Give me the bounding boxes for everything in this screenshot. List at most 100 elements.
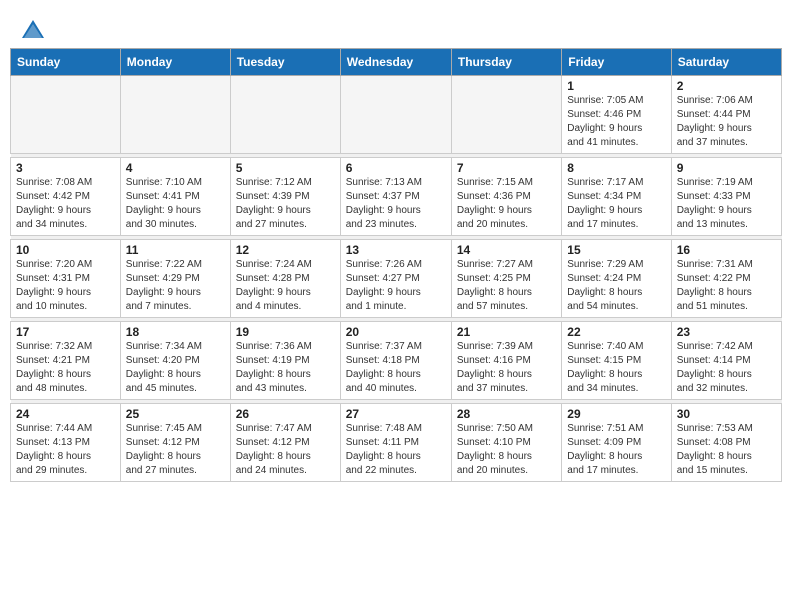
day-number: 18	[126, 325, 225, 339]
day-number: 25	[126, 407, 225, 421]
calendar-cell: 1Sunrise: 7:05 AM Sunset: 4:46 PM Daylig…	[562, 76, 671, 154]
day-number: 28	[457, 407, 556, 421]
day-number: 15	[567, 243, 665, 257]
weekday-header-friday: Friday	[562, 49, 671, 76]
day-number: 27	[346, 407, 446, 421]
day-number: 6	[346, 161, 446, 175]
day-info: Sunrise: 7:34 AM Sunset: 4:20 PM Dayligh…	[126, 340, 225, 396]
calendar-cell: 24Sunrise: 7:44 AM Sunset: 4:13 PM Dayli…	[11, 404, 121, 482]
day-number: 30	[677, 407, 776, 421]
calendar-cell: 27Sunrise: 7:48 AM Sunset: 4:11 PM Dayli…	[340, 404, 451, 482]
day-number: 14	[457, 243, 556, 257]
calendar-cell: 10Sunrise: 7:20 AM Sunset: 4:31 PM Dayli…	[11, 240, 121, 318]
calendar-cell: 6Sunrise: 7:13 AM Sunset: 4:37 PM Daylig…	[340, 158, 451, 236]
calendar-cell: 14Sunrise: 7:27 AM Sunset: 4:25 PM Dayli…	[451, 240, 561, 318]
day-info: Sunrise: 7:44 AM Sunset: 4:13 PM Dayligh…	[16, 422, 115, 478]
calendar-cell: 28Sunrise: 7:50 AM Sunset: 4:10 PM Dayli…	[451, 404, 561, 482]
calendar-week-1: 3Sunrise: 7:08 AM Sunset: 4:42 PM Daylig…	[11, 158, 782, 236]
calendar-cell: 8Sunrise: 7:17 AM Sunset: 4:34 PM Daylig…	[562, 158, 671, 236]
day-info: Sunrise: 7:48 AM Sunset: 4:11 PM Dayligh…	[346, 422, 446, 478]
day-info: Sunrise: 7:05 AM Sunset: 4:46 PM Dayligh…	[567, 94, 665, 150]
calendar-cell: 13Sunrise: 7:26 AM Sunset: 4:27 PM Dayli…	[340, 240, 451, 318]
day-number: 16	[677, 243, 776, 257]
calendar-cell: 3Sunrise: 7:08 AM Sunset: 4:42 PM Daylig…	[11, 158, 121, 236]
weekday-header-monday: Monday	[120, 49, 230, 76]
day-info: Sunrise: 7:06 AM Sunset: 4:44 PM Dayligh…	[677, 94, 776, 150]
calendar-week-3: 17Sunrise: 7:32 AM Sunset: 4:21 PM Dayli…	[11, 322, 782, 400]
day-info: Sunrise: 7:26 AM Sunset: 4:27 PM Dayligh…	[346, 258, 446, 314]
day-number: 1	[567, 79, 665, 93]
weekday-header-sunday: Sunday	[11, 49, 121, 76]
calendar-cell: 20Sunrise: 7:37 AM Sunset: 4:18 PM Dayli…	[340, 322, 451, 400]
calendar-header-row: SundayMondayTuesdayWednesdayThursdayFrid…	[11, 49, 782, 76]
day-number: 13	[346, 243, 446, 257]
day-number: 17	[16, 325, 115, 339]
day-number: 10	[16, 243, 115, 257]
day-number: 20	[346, 325, 446, 339]
calendar-cell	[451, 76, 561, 154]
calendar-cell: 17Sunrise: 7:32 AM Sunset: 4:21 PM Dayli…	[11, 322, 121, 400]
day-number: 8	[567, 161, 665, 175]
day-number: 5	[236, 161, 335, 175]
calendar-cell: 7Sunrise: 7:15 AM Sunset: 4:36 PM Daylig…	[451, 158, 561, 236]
day-number: 4	[126, 161, 225, 175]
day-info: Sunrise: 7:39 AM Sunset: 4:16 PM Dayligh…	[457, 340, 556, 396]
day-number: 22	[567, 325, 665, 339]
calendar-cell: 26Sunrise: 7:47 AM Sunset: 4:12 PM Dayli…	[230, 404, 340, 482]
day-number: 11	[126, 243, 225, 257]
day-info: Sunrise: 7:47 AM Sunset: 4:12 PM Dayligh…	[236, 422, 335, 478]
day-info: Sunrise: 7:53 AM Sunset: 4:08 PM Dayligh…	[677, 422, 776, 478]
weekday-header-wednesday: Wednesday	[340, 49, 451, 76]
day-info: Sunrise: 7:40 AM Sunset: 4:15 PM Dayligh…	[567, 340, 665, 396]
day-number: 3	[16, 161, 115, 175]
calendar-cell: 16Sunrise: 7:31 AM Sunset: 4:22 PM Dayli…	[671, 240, 781, 318]
day-info: Sunrise: 7:19 AM Sunset: 4:33 PM Dayligh…	[677, 176, 776, 232]
day-info: Sunrise: 7:45 AM Sunset: 4:12 PM Dayligh…	[126, 422, 225, 478]
day-info: Sunrise: 7:36 AM Sunset: 4:19 PM Dayligh…	[236, 340, 335, 396]
day-info: Sunrise: 7:31 AM Sunset: 4:22 PM Dayligh…	[677, 258, 776, 314]
calendar-cell: 30Sunrise: 7:53 AM Sunset: 4:08 PM Dayli…	[671, 404, 781, 482]
calendar-week-4: 24Sunrise: 7:44 AM Sunset: 4:13 PM Dayli…	[11, 404, 782, 482]
day-number: 23	[677, 325, 776, 339]
calendar-cell	[230, 76, 340, 154]
day-info: Sunrise: 7:50 AM Sunset: 4:10 PM Dayligh…	[457, 422, 556, 478]
day-info: Sunrise: 7:24 AM Sunset: 4:28 PM Dayligh…	[236, 258, 335, 314]
calendar-cell: 25Sunrise: 7:45 AM Sunset: 4:12 PM Dayli…	[120, 404, 230, 482]
day-number: 29	[567, 407, 665, 421]
day-info: Sunrise: 7:27 AM Sunset: 4:25 PM Dayligh…	[457, 258, 556, 314]
calendar-cell	[340, 76, 451, 154]
calendar-cell: 19Sunrise: 7:36 AM Sunset: 4:19 PM Dayli…	[230, 322, 340, 400]
day-info: Sunrise: 7:37 AM Sunset: 4:18 PM Dayligh…	[346, 340, 446, 396]
day-number: 19	[236, 325, 335, 339]
calendar-table: SundayMondayTuesdayWednesdayThursdayFrid…	[10, 48, 782, 482]
day-number: 9	[677, 161, 776, 175]
day-info: Sunrise: 7:22 AM Sunset: 4:29 PM Dayligh…	[126, 258, 225, 314]
day-info: Sunrise: 7:29 AM Sunset: 4:24 PM Dayligh…	[567, 258, 665, 314]
logo-icon	[22, 18, 44, 40]
day-info: Sunrise: 7:10 AM Sunset: 4:41 PM Dayligh…	[126, 176, 225, 232]
day-number: 21	[457, 325, 556, 339]
calendar-cell: 23Sunrise: 7:42 AM Sunset: 4:14 PM Dayli…	[671, 322, 781, 400]
calendar-cell	[120, 76, 230, 154]
weekday-header-tuesday: Tuesday	[230, 49, 340, 76]
calendar-cell: 4Sunrise: 7:10 AM Sunset: 4:41 PM Daylig…	[120, 158, 230, 236]
day-number: 2	[677, 79, 776, 93]
day-number: 26	[236, 407, 335, 421]
day-number: 12	[236, 243, 335, 257]
calendar-cell: 5Sunrise: 7:12 AM Sunset: 4:39 PM Daylig…	[230, 158, 340, 236]
calendar-cell: 18Sunrise: 7:34 AM Sunset: 4:20 PM Dayli…	[120, 322, 230, 400]
calendar-cell: 2Sunrise: 7:06 AM Sunset: 4:44 PM Daylig…	[671, 76, 781, 154]
day-info: Sunrise: 7:15 AM Sunset: 4:36 PM Dayligh…	[457, 176, 556, 232]
calendar-week-0: 1Sunrise: 7:05 AM Sunset: 4:46 PM Daylig…	[11, 76, 782, 154]
logo	[20, 18, 44, 40]
calendar-cell: 15Sunrise: 7:29 AM Sunset: 4:24 PM Dayli…	[562, 240, 671, 318]
calendar-cell	[11, 76, 121, 154]
calendar-wrapper: SundayMondayTuesdayWednesdayThursdayFrid…	[0, 48, 792, 492]
day-info: Sunrise: 7:51 AM Sunset: 4:09 PM Dayligh…	[567, 422, 665, 478]
day-info: Sunrise: 7:08 AM Sunset: 4:42 PM Dayligh…	[16, 176, 115, 232]
calendar-cell: 12Sunrise: 7:24 AM Sunset: 4:28 PM Dayli…	[230, 240, 340, 318]
day-number: 7	[457, 161, 556, 175]
weekday-header-thursday: Thursday	[451, 49, 561, 76]
day-info: Sunrise: 7:17 AM Sunset: 4:34 PM Dayligh…	[567, 176, 665, 232]
weekday-header-saturday: Saturday	[671, 49, 781, 76]
